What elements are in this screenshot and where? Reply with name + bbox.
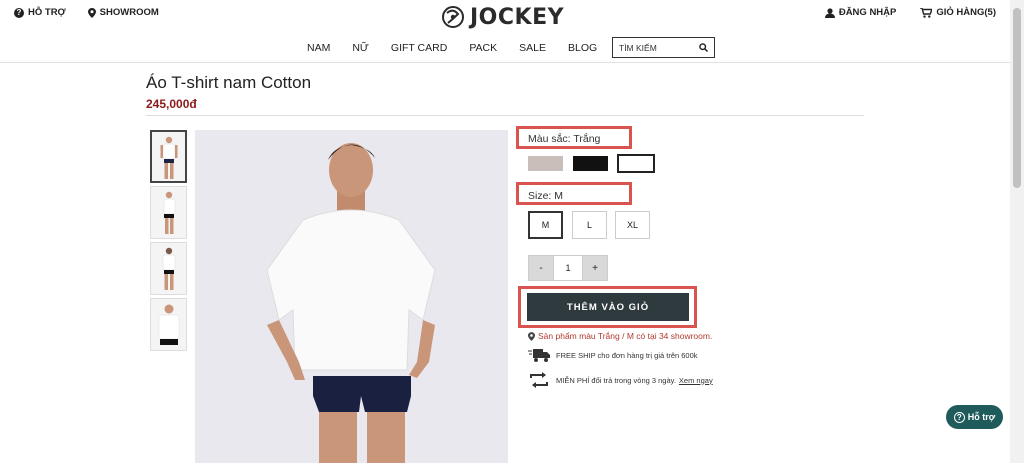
- top-right-links: ĐĂNG NHẬP GIỎ HÀNG(5): [824, 7, 996, 18]
- free-return-text: MIỄN PHÍ đổi trả trong vòng 3 ngày.: [556, 375, 676, 385]
- delivery-truck-icon: [528, 349, 550, 362]
- price-divider: [146, 115, 864, 116]
- color-swatch-black[interactable]: [573, 156, 608, 171]
- add-to-cart-button[interactable]: THÊM VÀO GIỎ: [527, 293, 689, 321]
- free-return-perk: MIỄN PHÍ đổi trả trong vòng 3 ngày. Xem …: [528, 372, 713, 388]
- showroom-label: SHOWROOM: [99, 7, 159, 18]
- nav-item-pack[interactable]: PACK: [469, 42, 497, 54]
- nav-item-gift-card[interactable]: GIFT CARD: [391, 42, 447, 54]
- search-icon[interactable]: [699, 43, 708, 52]
- nav-item-nu[interactable]: NỮ: [352, 42, 369, 54]
- nav-item-nam[interactable]: NAM: [307, 42, 330, 54]
- model-tshirt-photo: [266, 143, 436, 463]
- color-swatch-white[interactable]: [617, 154, 655, 173]
- cart-icon: [920, 7, 933, 18]
- top-bar: ? HỖ TRỢ SHOWROOM JOCKEY ĐĂNG NHẬP GIỎ H…: [0, 0, 1010, 30]
- login-link[interactable]: ĐĂNG NHẬP: [824, 7, 897, 18]
- free-ship-perk: FREE SHIP cho đơn hàng trị giá trên 600k: [528, 347, 698, 363]
- cart-label: GIỎ HÀNG(5): [936, 7, 996, 18]
- search-input[interactable]: [619, 42, 699, 53]
- product-main-image[interactable]: [195, 130, 508, 463]
- size-option-xl[interactable]: XL: [615, 211, 650, 239]
- help-label: Hỗ trợ: [967, 412, 996, 422]
- support-link[interactable]: ? HỖ TRỢ: [14, 7, 66, 18]
- product-price: 245,000đ: [146, 97, 197, 111]
- qty-increase-button[interactable]: +: [582, 255, 608, 281]
- main-nav: NAM NỮ GIFT CARD PACK SALE BLOG: [307, 42, 619, 54]
- model-side-thumbnail-image: [163, 191, 175, 234]
- free-ship-text: FREE SHIP cho đơn hàng trị giá trên 600k: [556, 350, 698, 360]
- header-divider: [0, 62, 1010, 63]
- model-front-thumbnail-image: [160, 136, 177, 179]
- qty-decrease-button[interactable]: -: [528, 255, 554, 281]
- availability-text: Sản phẩm màu Trắng / M có tại 34 showroo…: [538, 331, 713, 341]
- color-label: Màu sắc: Trắng: [528, 133, 601, 145]
- thumbnail-2[interactable]: [150, 186, 187, 239]
- size-label: Size: M: [528, 190, 564, 202]
- question-circle-icon: ?: [953, 411, 965, 423]
- product-title: Áo T-shirt nam Cotton: [146, 73, 312, 92]
- cart-link[interactable]: GIỎ HÀNG(5): [920, 7, 996, 18]
- color-swatch-beige[interactable]: [528, 156, 563, 171]
- size-option-l[interactable]: L: [572, 211, 607, 239]
- search-box: [612, 37, 715, 58]
- size-option-m[interactable]: M: [528, 211, 563, 239]
- scrollbar[interactable]: [1010, 0, 1024, 463]
- thumbnail-4[interactable]: [150, 298, 187, 351]
- qty-value[interactable]: 1: [554, 255, 582, 281]
- login-label: ĐĂNG NHẬP: [838, 7, 897, 18]
- support-label: HỖ TRỢ: [28, 7, 66, 18]
- nav-item-blog[interactable]: BLOG: [568, 42, 597, 54]
- model-closeup-thumbnail-image: [158, 304, 179, 345]
- model-back-thumbnail-image: [162, 247, 175, 290]
- logo-text: JOCKEY: [470, 4, 565, 30]
- brand-logo[interactable]: JOCKEY: [440, 4, 564, 30]
- availability-info: Sản phẩm màu Trắng / M có tại 34 showroo…: [528, 331, 712, 341]
- map-pin-icon: [87, 7, 96, 18]
- thumbnail-3[interactable]: [150, 242, 187, 295]
- top-left-links: ? HỖ TRỢ SHOWROOM: [14, 7, 159, 18]
- scrollbar-thumb[interactable]: [1013, 8, 1021, 188]
- map-pin-icon: [528, 331, 535, 341]
- user-icon: [824, 7, 835, 18]
- quantity-stepper: - 1 +: [528, 255, 608, 281]
- thumbnail-1[interactable]: [150, 130, 187, 183]
- exchange-arrows-icon: [530, 372, 548, 388]
- view-now-link[interactable]: Xem ngay: [679, 376, 713, 385]
- help-chat-button[interactable]: ? Hỗ trợ: [946, 405, 1003, 429]
- question-circle-icon: ?: [14, 7, 24, 18]
- showroom-link[interactable]: SHOWROOM: [87, 7, 159, 18]
- thumbnail-gallery: [150, 130, 187, 354]
- jockey-swirl-icon: [442, 6, 464, 28]
- nav-item-sale[interactable]: SALE: [519, 42, 546, 54]
